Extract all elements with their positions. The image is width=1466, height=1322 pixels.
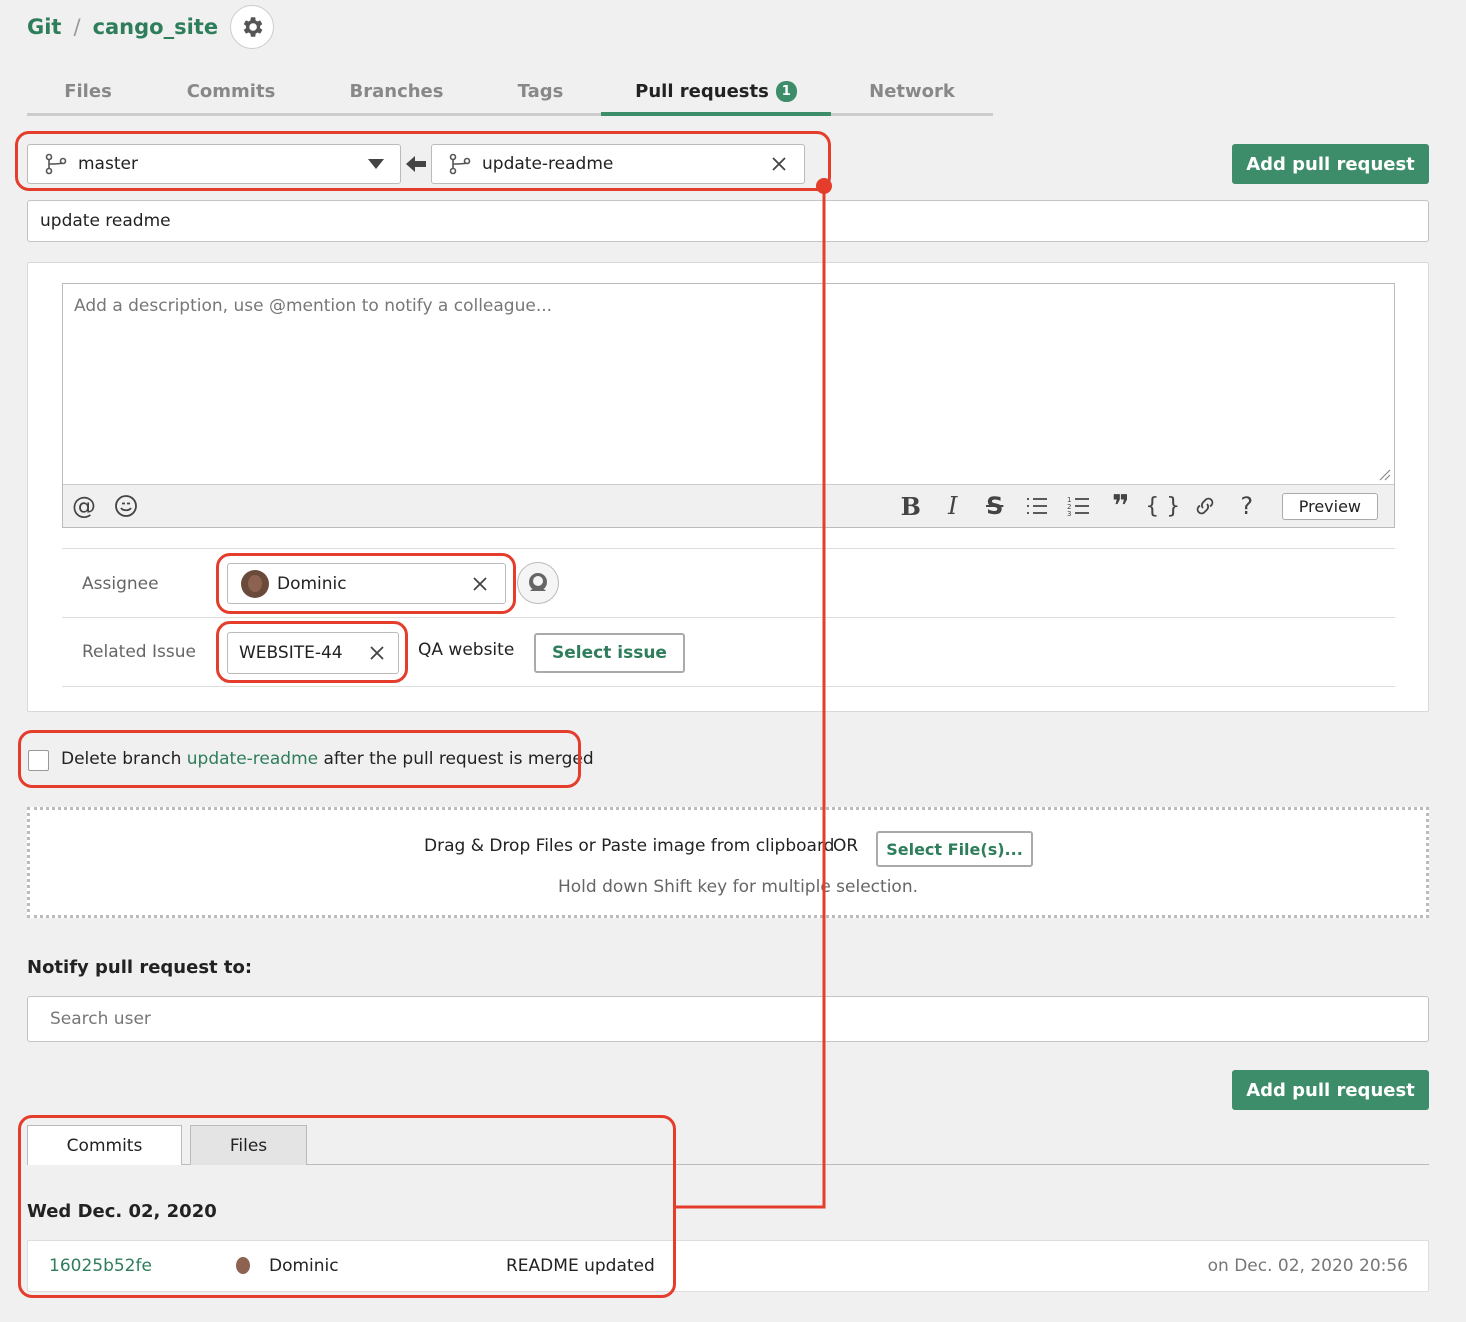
highlight-connector	[676, 178, 832, 1209]
